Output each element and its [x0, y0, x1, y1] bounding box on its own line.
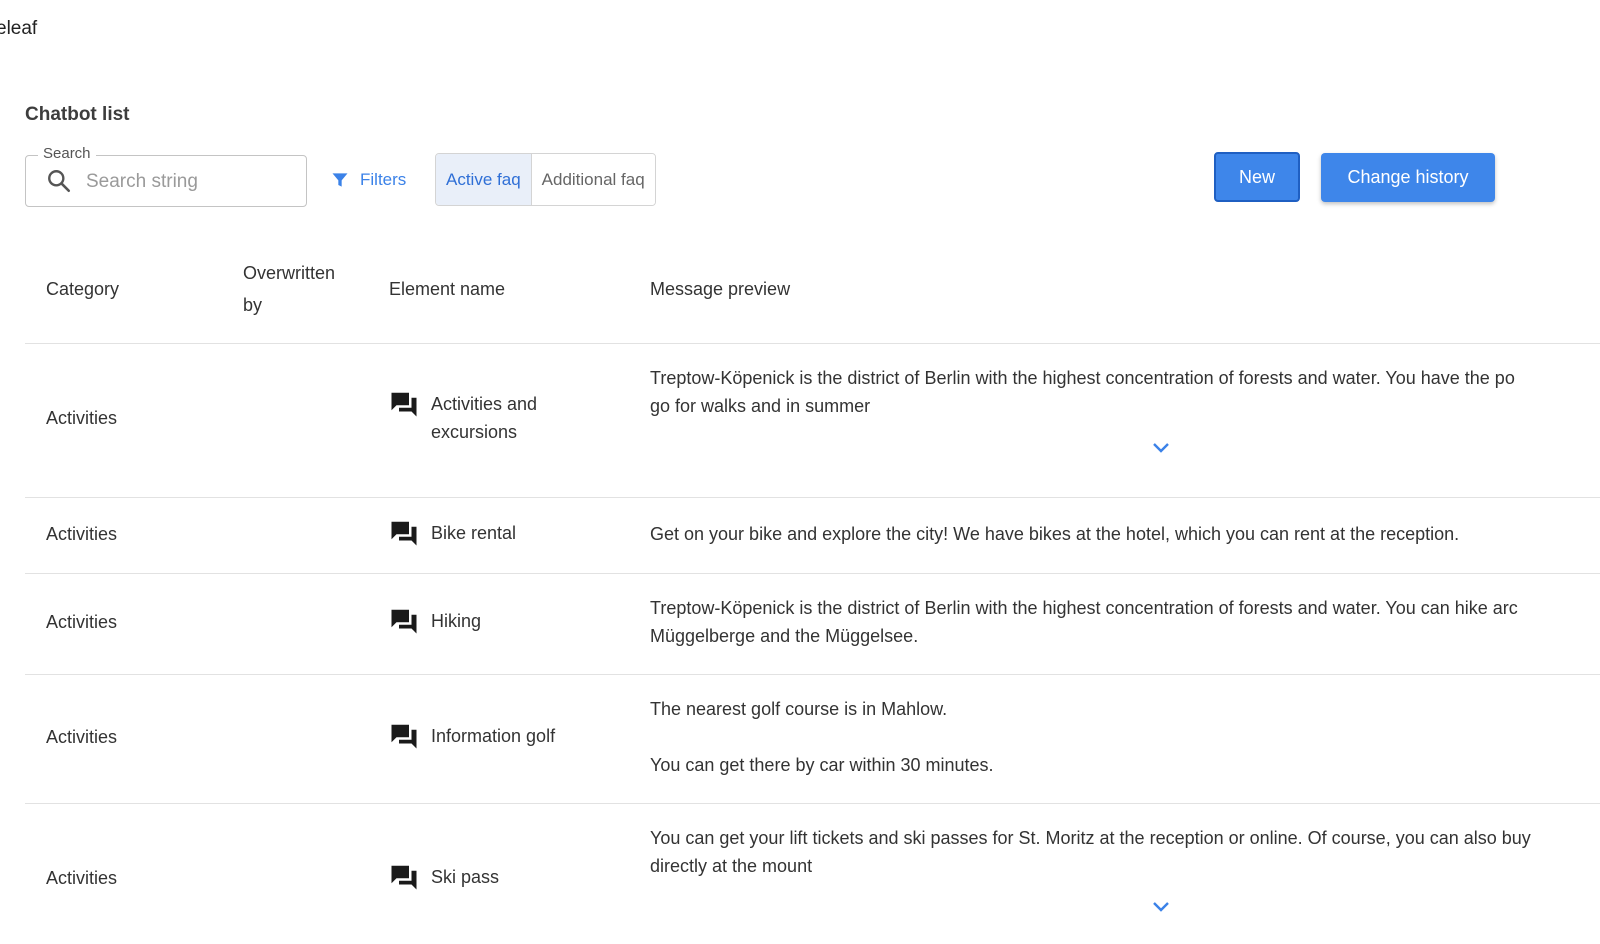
- row-preview: The nearest golf course is in Mahlow. Yo…: [650, 695, 1600, 779]
- filters-label: Filters: [360, 170, 407, 189]
- row-category: Activities: [46, 868, 118, 888]
- header-category[interactable]: Category: [46, 273, 119, 305]
- row-element-name: Ski pass: [431, 867, 500, 887]
- preview-line: You can get there by car within 30 minut…: [650, 755, 994, 775]
- row-element[interactable]: Ski pass: [389, 863, 499, 892]
- table-header: Category Overwritten by Element name Mes…: [25, 245, 1600, 344]
- preview-line: go for walks and in summer: [650, 396, 871, 416]
- chevron-down-icon[interactable]: [1150, 900, 1172, 914]
- header-overwritten-by[interactable]: Overwritten by: [243, 257, 353, 321]
- new-button[interactable]: New: [1214, 152, 1300, 202]
- row-category: Activities: [46, 408, 118, 428]
- row-element[interactable]: Information golf: [389, 722, 555, 751]
- header-element-name[interactable]: Element name: [389, 273, 505, 305]
- filter-icon: [332, 173, 348, 187]
- preview-line: Treptow-Köpenick is the district of Berl…: [650, 368, 1515, 388]
- search-input[interactable]: [84, 166, 298, 198]
- preview-line: You can get your lift tickets and ski pa…: [650, 828, 1531, 848]
- chevron-down-icon[interactable]: [1150, 441, 1172, 455]
- preview-line: directly at the mount: [650, 856, 813, 876]
- chatbot-table: Category Overwritten by Element name Mes…: [25, 245, 1600, 944]
- row-element-name: Activities and excursions: [431, 394, 538, 442]
- table-row[interactable]: Activities Ski pass You can get your lif…: [25, 804, 1600, 944]
- header-message-preview[interactable]: Message preview: [650, 273, 790, 305]
- change-history-button[interactable]: Change history: [1321, 153, 1495, 202]
- row-category: Activities: [46, 727, 118, 747]
- row-element-name: Bike rental: [431, 523, 517, 543]
- chat-icon: [391, 609, 417, 634]
- preview-line: The nearest golf course is in Mahlow.: [650, 699, 948, 719]
- row-element[interactable]: Bike rental: [389, 519, 516, 548]
- row-preview: Treptow-Köpenick is the district of Berl…: [650, 364, 1600, 420]
- row-element-name: Hiking: [431, 611, 482, 631]
- chat-icon: [391, 865, 417, 890]
- table-row[interactable]: Activities Hiking Treptow-Köpenick is th…: [25, 574, 1600, 675]
- app-name: eleaf: [0, 18, 38, 39]
- additional-faq-toggle[interactable]: Additional faq: [531, 154, 655, 205]
- table-row[interactable]: Activities Bike rental Get on your bike …: [25, 498, 1600, 574]
- chat-icon: [391, 521, 417, 546]
- preview-line: Müggelberge and the Müggelsee.: [650, 626, 919, 646]
- search-icon: [48, 170, 71, 193]
- row-preview: Get on your bike and explore the city! W…: [650, 520, 1600, 548]
- active-faq-toggle[interactable]: Active faq: [436, 154, 532, 205]
- page-title: Chatbot list: [25, 104, 130, 125]
- table-row[interactable]: Activities Information golf The nearest …: [25, 675, 1600, 804]
- row-preview: Treptow-Köpenick is the district of Berl…: [650, 594, 1600, 650]
- chat-icon: [391, 724, 417, 749]
- row-element[interactable]: Activities and excursions: [389, 390, 571, 446]
- preview-line: Treptow-Köpenick is the district of Berl…: [650, 598, 1518, 618]
- row-preview: You can get your lift tickets and ski pa…: [650, 824, 1600, 880]
- preview-line: Get on your bike and explore the city! W…: [650, 524, 1460, 544]
- row-element[interactable]: Hiking: [389, 607, 481, 636]
- table-row[interactable]: Activities Activities and excursions Tre…: [25, 344, 1600, 498]
- chat-icon: [391, 392, 417, 417]
- search-field[interactable]: Search: [25, 145, 307, 207]
- search-label: Search: [38, 145, 96, 162]
- filters-button[interactable]: Filters: [330, 165, 406, 195]
- row-category: Activities: [46, 612, 118, 632]
- row-element-name: Information golf: [431, 726, 556, 746]
- row-category: Activities: [46, 524, 118, 544]
- faq-toggle-group: Active faq Additional faq: [435, 153, 656, 206]
